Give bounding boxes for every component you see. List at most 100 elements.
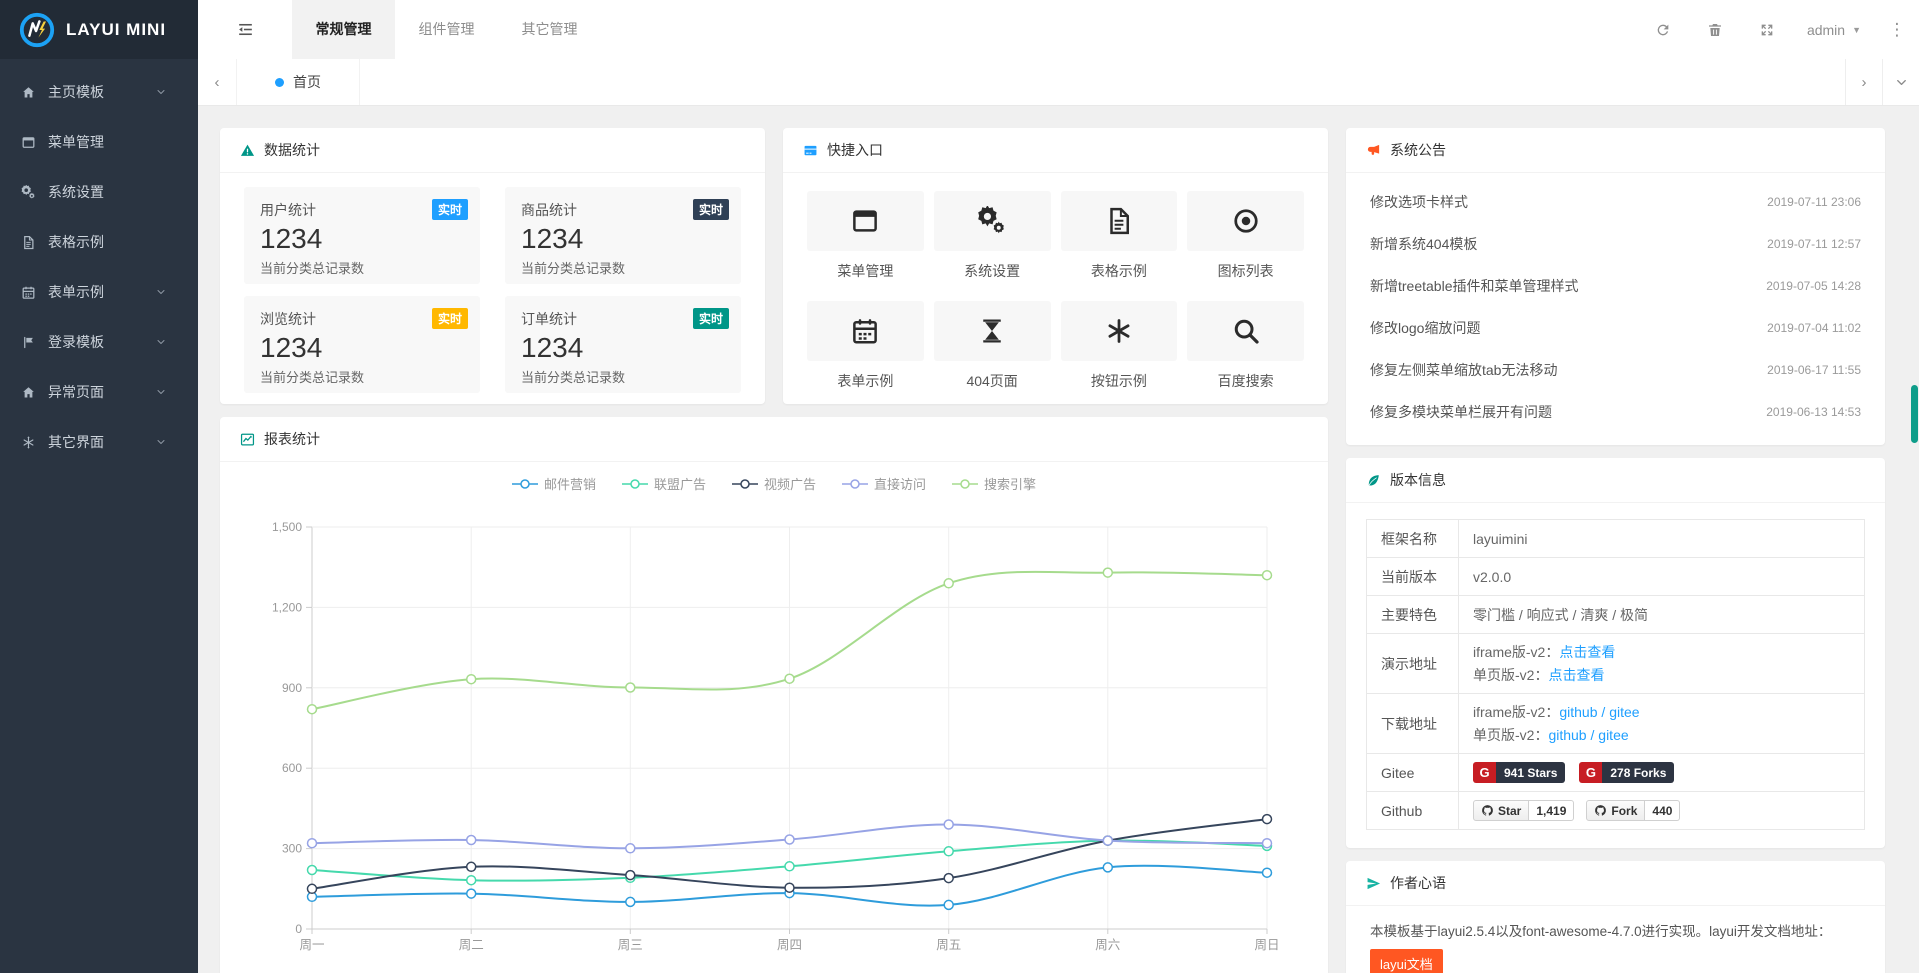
quick-entry-图标列表[interactable]: 图标列表 [1187,191,1304,281]
tab-scroll-left-button[interactable]: ‹ [198,59,236,105]
quick-entry-tile[interactable] [807,191,924,251]
stat-subtitle: 当前分类总记录数 [260,258,464,277]
table-icon [803,143,818,158]
version-row: 框架名称layuimini [1367,520,1865,558]
trash-button[interactable] [1689,0,1741,59]
link-github[interactable]: github [1559,704,1597,720]
github-count[interactable]: 440 [1645,800,1680,821]
snowflake-icon [20,435,37,450]
expand-button[interactable] [1741,0,1793,59]
header-tab-组件管理[interactable]: 组件管理 [395,0,498,59]
stat-subtitle: 当前分类总记录数 [521,258,725,277]
realtime-badge: 实时 [693,308,729,329]
home-icon [20,385,37,400]
caret-down-icon: ▼ [1852,25,1861,35]
legend-item-直接访问[interactable]: 直接访问 [842,474,926,493]
github-star-button[interactable]: Star [1473,800,1529,821]
quick-entry-tile[interactable] [1061,301,1178,361]
legend-item-邮件营销[interactable]: 邮件营销 [512,474,596,493]
stat-card-用户统计: 实时用户统计1234当前分类总记录数 [244,187,480,284]
gitee-badge[interactable]: G278 Forks [1579,762,1674,783]
quick-entry-表格示例[interactable]: 表格示例 [1061,191,1178,281]
quick-entry-系统设置[interactable]: 系统设置 [934,191,1051,281]
quick-entry-tile[interactable] [807,301,924,361]
legend-item-联盟广告[interactable]: 联盟广告 [622,474,706,493]
panel-header: 快捷入口 [783,128,1328,173]
announcement-row: 新增系统404模板2019-07-11 12:57 [1370,223,1861,265]
github-fork-button[interactable]: Fork [1586,800,1645,821]
calendar-icon [20,285,37,300]
sidebar-item-表单示例[interactable]: 表单示例 [0,267,198,317]
announcement-date: 2019-07-04 11:02 [1767,321,1861,335]
content-area: 数据统计 实时用户统计1234当前分类总记录数实时商品统计1234当前分类总记录… [198,106,1919,973]
sidebar-item-菜单管理[interactable]: 菜单管理 [0,117,198,167]
sidebar-item-异常页面[interactable]: 异常页面 [0,367,198,417]
stat-card-浏览统计: 实时浏览统计1234当前分类总记录数 [244,296,480,393]
app-title: LAYUI MINI [66,20,166,40]
stats-cards: 实时用户统计1234当前分类总记录数实时商品统计1234当前分类总记录数实时浏览… [220,173,765,404]
header-tab-常规管理[interactable]: 常规管理 [292,0,395,59]
announcement-list: 修改选项卡样式2019-07-11 23:06新增系统404模板2019-07-… [1346,173,1885,433]
version-row-label: Gitee [1367,754,1459,792]
tab-menu-button[interactable] [1882,59,1919,105]
quick-entry-表单示例[interactable]: 表单示例 [807,301,924,391]
sidebar-item-label: 异常页面 [48,382,104,402]
quick-entry-百度搜索[interactable]: 百度搜索 [1187,301,1304,391]
version-link-line: 单页版-v2：github / gitee [1473,724,1850,746]
app-logo[interactable]: LAYUI MINI [0,0,198,59]
version-row: Gitee G941 Stars G278 Forks [1367,754,1865,792]
chart-container: 邮件营销 联盟广告 视频广告 直接访问 搜索引擎 03006009001,2001,50… [220,462,1328,973]
version-row-value-cell: iframe版-v2：github / gitee单页版-v2：github /… [1459,694,1865,754]
link-gitee[interactable]: gitee [1609,704,1639,720]
announcement-date: 2019-06-17 11:55 [1767,363,1861,377]
scrollbar-thumb[interactable] [1911,385,1918,443]
hourglass-icon [977,316,1007,346]
page-tab-首页[interactable]: 首页 [236,59,360,105]
user-dropdown[interactable]: admin ▼ [1793,0,1875,59]
header-tab-其它管理[interactable]: 其它管理 [498,0,601,59]
github-count[interactable]: 1,419 [1529,800,1574,821]
legend-item-搜索引擎[interactable]: 搜索引擎 [952,474,1036,493]
quick-entry-tile[interactable] [1061,191,1178,251]
link-gitee[interactable]: gitee [1598,727,1628,743]
version-row-label: 框架名称 [1367,520,1459,558]
stat-value: 1234 [260,332,464,364]
announcement-date: 2019-06-13 14:53 [1766,405,1861,419]
menu-fold-button[interactable] [198,0,292,59]
legend-marker-icon [732,479,758,489]
quick-entry-label: 表格示例 [1061,261,1178,281]
sidebar-item-系统设置[interactable]: 系统设置 [0,167,198,217]
sidebar-item-登录模板[interactable]: 登录模板 [0,317,198,367]
quick-entry-label: 表单示例 [807,371,924,391]
legend-label: 直接访问 [874,474,926,493]
quick-entry-按钮示例[interactable]: 按钮示例 [1061,301,1178,391]
quick-entry-404页面[interactable]: 404页面 [934,301,1051,391]
sidebar-item-其它界面[interactable]: 其它界面 [0,417,198,467]
version-row-value: 零门槛 / 响应式 / 清爽 / 极简 [1473,607,1648,623]
sidebar-item-表格示例[interactable]: 表格示例 [0,217,198,267]
refresh-icon [1655,22,1671,38]
quick-entry-菜单管理[interactable]: 菜单管理 [807,191,924,281]
quick-entry-tile[interactable] [1187,301,1304,361]
sidebar-item-主页模板[interactable]: 主页模板 [0,67,198,117]
link-github[interactable]: github [1548,727,1586,743]
announcement-text: 新增系统404模板 [1370,234,1477,254]
stat-card-订单统计: 实时订单统计1234当前分类总记录数 [505,296,741,393]
quick-entry-tile[interactable] [1187,191,1304,251]
more-menu-button[interactable]: ⋮ [1875,0,1919,59]
page-tab-bar: ‹ 首页 › [198,59,1919,106]
layui-doc-button[interactable]: layui文档 [1370,949,1443,973]
quick-entry-tile[interactable] [934,191,1051,251]
legend-label: 搜索引擎 [984,474,1036,493]
quick-entry-tile[interactable] [934,301,1051,361]
legend-item-视频广告[interactable]: 视频广告 [732,474,816,493]
line-chart: 03006009001,2001,500周一周二周三周四周五周六周日 [220,462,1328,973]
link-点击查看[interactable]: 点击查看 [1559,644,1615,660]
tab-scroll-right-button[interactable]: › [1845,59,1882,105]
refresh-button[interactable] [1637,0,1689,59]
github-widget: Fork440 [1586,800,1680,821]
link-点击查看[interactable]: 点击查看 [1548,667,1604,683]
panel-header: 数据统计 [220,128,765,173]
chevron-down-icon [152,386,169,398]
gitee-badge[interactable]: G941 Stars [1473,762,1565,783]
